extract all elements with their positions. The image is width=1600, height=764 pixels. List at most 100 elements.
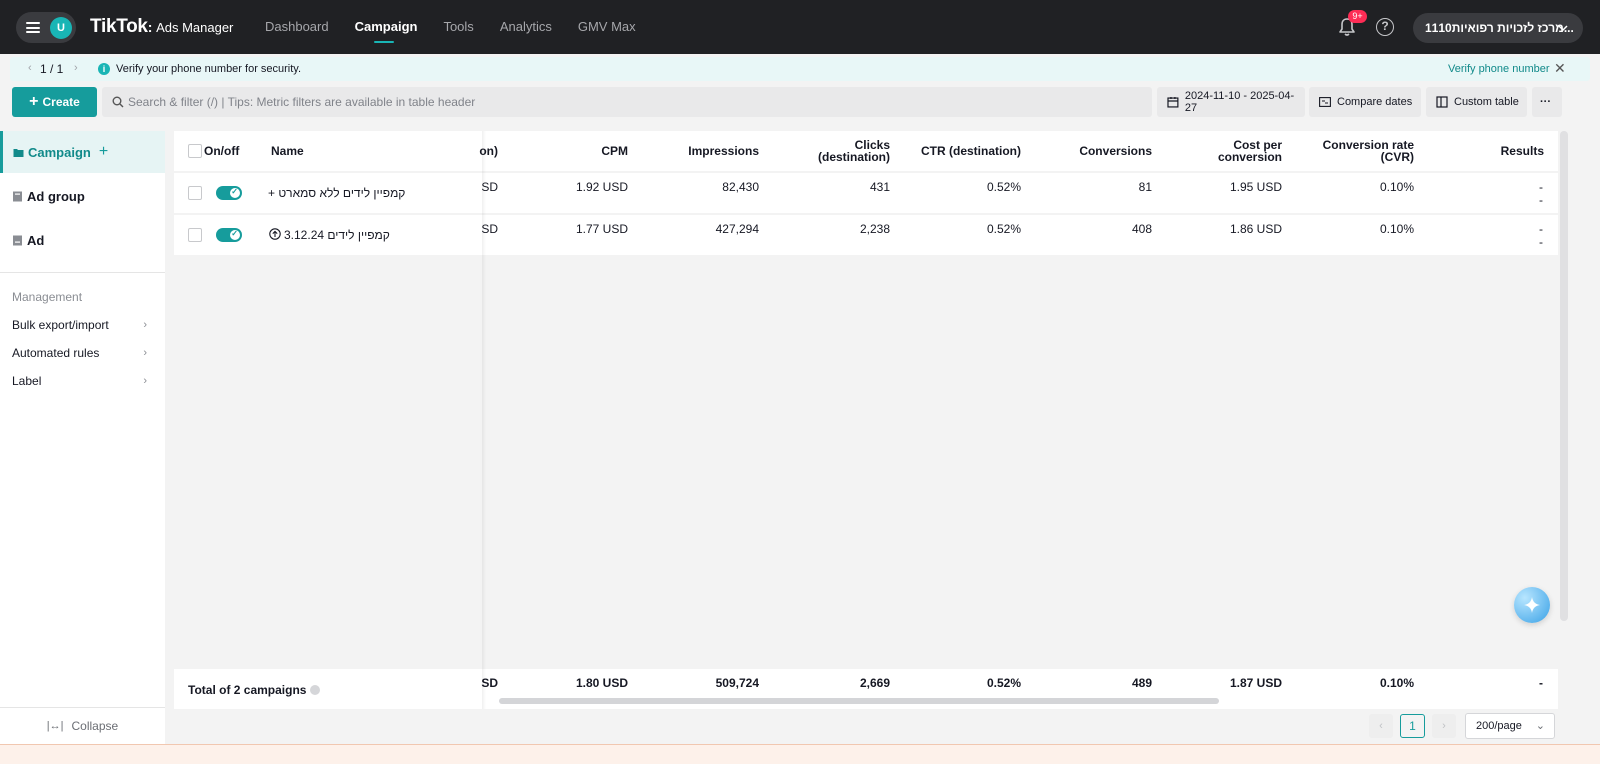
- custom-table-label: Custom table: [1454, 96, 1519, 108]
- row-checkbox[interactable]: [188, 228, 202, 242]
- check-icon: ✓: [231, 229, 238, 238]
- header-cost-per-conversion[interactable]: Cost per conversion: [1174, 139, 1282, 163]
- sidebar-item-ad-group[interactable]: Ad group: [0, 175, 165, 217]
- custom-table-button[interactable]: Custom table: [1426, 87, 1527, 117]
- menu-button[interactable]: U: [16, 12, 76, 43]
- search-filter-bar[interactable]: [102, 87, 1152, 117]
- sidebar-item-ad[interactable]: Ad: [0, 219, 165, 261]
- row-checkbox[interactable]: [188, 186, 202, 200]
- header-name[interactable]: Name: [271, 145, 304, 157]
- more-options-button[interactable]: ···: [1532, 87, 1562, 117]
- sidebar-link-label-manager[interactable]: Label ›: [0, 368, 165, 394]
- header-results[interactable]: Results: [1464, 145, 1544, 157]
- header-clicks[interactable]: Clicks (destination): [784, 139, 890, 163]
- sidebar-link-automated-rules[interactable]: Automated rules ›: [0, 340, 165, 366]
- brand-logo[interactable]: TikTok: Ads Manager: [90, 16, 233, 38]
- upload-icon: [269, 228, 281, 240]
- nav-analytics[interactable]: Analytics: [500, 0, 552, 54]
- sidebar-link-label: Label: [12, 374, 42, 388]
- cell-impressions: 427,294: [715, 222, 759, 236]
- sidebar-item-campaign[interactable]: Campaign +: [0, 131, 165, 173]
- account-switcher[interactable]: 1110מרכז לזכויות רפואיות...: [1413, 13, 1583, 43]
- total-results: -: [1539, 676, 1543, 690]
- sidebar-item-label: Ad: [27, 232, 45, 248]
- cell-cpm: 1.92 USD: [575, 180, 628, 194]
- create-button[interactable]: + Create: [12, 87, 97, 117]
- sparkle-icon: [1524, 597, 1540, 613]
- sidebar: Campaign + Ad group Ad Management Bulk e…: [0, 131, 165, 764]
- nav-gmv-max[interactable]: GMV Max: [578, 0, 636, 54]
- notice-next-icon[interactable]: ›: [74, 62, 78, 74]
- vertical-scrollbar[interactable]: [1560, 131, 1568, 621]
- avatar[interactable]: U: [50, 17, 72, 39]
- cell-results: -: [1539, 222, 1543, 236]
- cell-clicks: 431: [869, 180, 890, 194]
- cell-results-secondary: -: [1539, 235, 1543, 249]
- cell-cost-partial: SD: [481, 222, 498, 236]
- cell-clicks: 2,238: [859, 222, 890, 236]
- header-ctr[interactable]: CTR (destination): [894, 145, 1021, 157]
- help-icon[interactable]: [310, 685, 321, 695]
- search-icon: [112, 96, 124, 108]
- total-cost-partial: SD: [481, 676, 498, 690]
- total-label: Total of 2 campaigns: [188, 683, 321, 697]
- campaign-name-link[interactable]: קמפיין לידים 3.12.24: [284, 228, 390, 242]
- header-cost-partial[interactable]: on): [474, 145, 498, 157]
- verify-phone-link[interactable]: Verify phone number: [1448, 63, 1550, 75]
- pagination-page-1[interactable]: 1: [1400, 714, 1425, 738]
- header-impressions[interactable]: Impressions: [654, 145, 759, 157]
- nav-tools[interactable]: Tools: [443, 0, 473, 54]
- page-size-select[interactable]: 200/page ⌄: [1465, 713, 1555, 739]
- header-cpm[interactable]: CPM: [554, 145, 628, 157]
- bottom-banner-strip: [0, 744, 1600, 764]
- page-size-value: 200/page: [1476, 720, 1522, 732]
- header-onoff[interactable]: On/off: [204, 145, 239, 157]
- campaign-toggle[interactable]: ✓: [216, 186, 242, 200]
- cell-cpm: 1.77 USD: [575, 222, 628, 236]
- total-conversion-rate: 0.10%: [1379, 676, 1414, 690]
- search-input[interactable]: [128, 87, 1128, 117]
- date-range-picker[interactable]: 2024-11-10 - 2025-04-27: [1157, 87, 1305, 117]
- chevron-right-icon: ›: [143, 347, 147, 359]
- help-icon[interactable]: ?: [1376, 18, 1394, 36]
- total-label-text: Total of 2 campaigns: [188, 683, 307, 697]
- notice-prev-icon[interactable]: ‹: [28, 62, 32, 74]
- table-row[interactable]: ✓ קמפיין לידים 3.12.24 SD 1.77 USD 427,2…: [174, 215, 1558, 255]
- compare-dates-button[interactable]: Compare dates: [1309, 87, 1421, 117]
- chevron-down-icon: [1558, 25, 1568, 32]
- compare-icon: [1319, 97, 1331, 107]
- campaign-name-link[interactable]: קמפיין לידים ללא סמארט +: [268, 186, 405, 200]
- notice-message: Verify your phone number for security.: [116, 63, 302, 75]
- nav-dashboard[interactable]: Dashboard: [265, 0, 329, 54]
- collapse-label: Collapse: [71, 718, 119, 733]
- total-ctr: 0.52%: [986, 676, 1021, 690]
- table-row[interactable]: ✓ קמפיין לידים ללא סמארט + SD 1.92 USD 8…: [174, 173, 1558, 213]
- campaign-toggle[interactable]: ✓: [216, 228, 242, 242]
- ai-assistant-button[interactable]: [1514, 587, 1550, 623]
- nav-campaign[interactable]: Campaign: [355, 0, 417, 54]
- pagination-next-button[interactable]: ›: [1432, 714, 1456, 738]
- collapse-sidebar-button[interactable]: |↔| Collapse: [0, 707, 165, 743]
- sidebar-divider: [0, 272, 165, 273]
- sidebar-item-label: Ad group: [27, 188, 85, 204]
- brand-separator: :: [147, 19, 153, 35]
- cell-ctr: 0.52%: [986, 180, 1021, 194]
- brand-sub: Ads Manager: [156, 20, 234, 35]
- header-conversions[interactable]: Conversions: [1044, 145, 1152, 157]
- total-impressions: 509,724: [715, 676, 759, 690]
- header-cpc-line2: conversion: [1217, 150, 1282, 164]
- cell-results-secondary: -: [1539, 193, 1543, 207]
- pagination-prev-button[interactable]: ‹: [1369, 714, 1393, 738]
- header-clicks-line2: (destination): [818, 150, 890, 164]
- close-icon[interactable]: ✕: [1554, 60, 1566, 77]
- select-all-checkbox[interactable]: [188, 144, 202, 158]
- horizontal-scrollbar[interactable]: [499, 698, 1219, 704]
- sidebar-link-bulk-export-import[interactable]: Bulk export/import ›: [0, 312, 165, 338]
- cell-conversion-rate: 0.10%: [1379, 222, 1414, 236]
- compare-dates-label: Compare dates: [1337, 96, 1413, 108]
- cell-impressions: 82,430: [722, 180, 759, 194]
- cell-conversions: 81: [1138, 180, 1152, 194]
- header-conversion-rate[interactable]: Conversion rate (CVR): [1294, 139, 1414, 163]
- info-icon: i: [98, 63, 110, 75]
- add-campaign-icon[interactable]: +: [99, 143, 108, 161]
